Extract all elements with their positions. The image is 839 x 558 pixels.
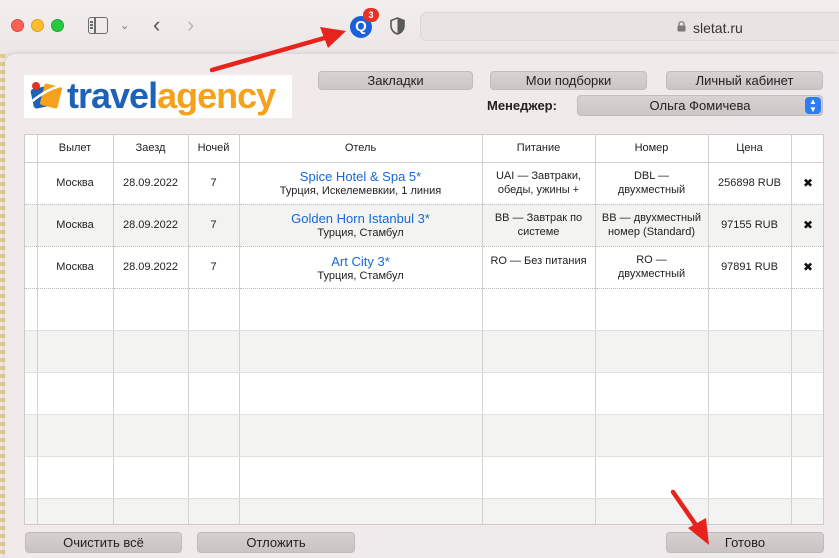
header-price[interactable]: Цена	[708, 135, 792, 163]
header-departure[interactable]: Вылет	[37, 135, 114, 163]
updown-chevron-icon: ▲ ▼	[805, 97, 821, 114]
cell-checkin: 28.09.2022	[113, 162, 189, 205]
browser-toolbar: ⌄ ‹ › Q 3 sletat.ru	[0, 0, 839, 54]
bookmarks-button[interactable]: Закладки	[318, 71, 473, 90]
extension-popup: travelagency Закладки Мои подборки Личны…	[5, 54, 839, 558]
delete-icon[interactable]: ✖	[803, 176, 813, 190]
sidebar-toggle-icon[interactable]	[88, 17, 108, 34]
empty-row	[25, 498, 823, 524]
table-row[interactable]: Москва 28.09.2022 7 Spice Hotel & Spa 5*…	[25, 162, 823, 205]
cell-nights: 7	[188, 246, 240, 289]
cell-room: BB — двухместный номер (Standard)	[595, 204, 709, 247]
header-actions	[791, 135, 823, 163]
url-text: sletat.ru	[693, 20, 743, 36]
lock-icon	[677, 21, 686, 32]
personal-account-button[interactable]: Личный кабинет	[666, 71, 823, 90]
back-arrow-icon[interactable]: ‹	[153, 12, 160, 38]
cell-price: 97155 RUB	[708, 204, 792, 247]
clear-all-button[interactable]: Очистить всё	[25, 532, 182, 553]
chevron-down-icon[interactable]: ⌄	[120, 19, 129, 32]
manager-select[interactable]: Ольга Фомичева ▲ ▼	[577, 95, 823, 116]
cell-meals: RO — Без питания	[482, 246, 596, 289]
delete-icon[interactable]: ✖	[803, 218, 813, 232]
hotel-link[interactable]: Spice Hotel & Spa 5*	[240, 169, 482, 184]
cell-delete: ✖	[791, 246, 823, 289]
cell-delete: ✖	[791, 204, 823, 247]
cell-checkin: 28.09.2022	[113, 246, 189, 289]
cell-meals: BB — Завтрак по системе	[482, 204, 596, 247]
header-spacer	[25, 135, 38, 163]
extension-badge: 3	[363, 8, 379, 22]
forward-arrow-icon[interactable]: ›	[187, 12, 194, 38]
defer-button[interactable]: Отложить	[197, 532, 355, 553]
cell-departure: Москва	[37, 162, 114, 205]
table-header-row: Вылет Заезд Ночей Отель Питание Номер Це…	[25, 135, 823, 163]
minimize-window-button[interactable]	[31, 19, 44, 32]
cell-price: 97891 RUB	[708, 246, 792, 289]
cell-room: RO — двухместный	[595, 246, 709, 289]
hotel-location: Турция, Стамбул	[317, 269, 404, 282]
header-nights[interactable]: Ночей	[188, 135, 240, 163]
cell-hotel: Spice Hotel & Spa 5* Турция, Искелемевки…	[239, 162, 483, 205]
empty-row	[25, 456, 823, 499]
header-checkin[interactable]: Заезд	[113, 135, 189, 163]
address-bar[interactable]: sletat.ru	[420, 12, 839, 41]
hotel-location: Турция, Искелемевкии, 1 линия	[279, 184, 442, 197]
empty-row	[25, 372, 823, 415]
bookmarks-table: Вылет Заезд Ночей Отель Питание Номер Це…	[24, 134, 824, 525]
cell-departure: Москва	[37, 246, 114, 289]
delete-icon[interactable]: ✖	[803, 260, 813, 274]
cell-hotel: Art City 3* Турция, Стамбул	[239, 246, 483, 289]
travelagency-logo: travelagency	[24, 75, 292, 118]
header-meals[interactable]: Питание	[482, 135, 596, 163]
done-button[interactable]: Готово	[666, 532, 824, 553]
cell-departure: Москва	[37, 204, 114, 247]
header-hotel[interactable]: Отель	[239, 135, 483, 163]
logo-mark-icon	[29, 82, 65, 109]
table-row[interactable]: Москва 28.09.2022 7 Art City 3* Турция, …	[25, 246, 823, 289]
zoom-window-button[interactable]	[51, 19, 64, 32]
hotel-link[interactable]: Art City 3*	[240, 254, 482, 269]
logo-wordmark: travelagency	[67, 75, 276, 116]
empty-row	[25, 288, 823, 331]
cell-delete: ✖	[791, 162, 823, 205]
close-window-button[interactable]	[11, 19, 24, 32]
cell-nights: 7	[188, 204, 240, 247]
empty-row	[25, 330, 823, 373]
cell-price: 256898 RUB	[708, 162, 792, 205]
hotel-location: Турция, Стамбул	[317, 226, 404, 239]
table-row[interactable]: Москва 28.09.2022 7 Golden Horn Istanbul…	[25, 204, 823, 247]
manager-label: Менеджер:	[487, 98, 557, 113]
manager-selected-value: Ольга Фомичева	[649, 98, 751, 113]
cell-checkin: 28.09.2022	[113, 204, 189, 247]
hotel-link[interactable]: Golden Horn Istanbul 3*	[240, 211, 482, 226]
cell-meals: UAI — Завтраки, обеды, ужины +	[482, 162, 596, 205]
my-picks-button[interactable]: Мои подборки	[490, 71, 647, 90]
cell-hotel: Golden Horn Istanbul 3* Турция, Стамбул	[239, 204, 483, 247]
empty-row	[25, 414, 823, 457]
cell-room: DBL — двухместный	[595, 162, 709, 205]
header-room[interactable]: Номер	[595, 135, 709, 163]
privacy-shield-icon[interactable]	[390, 17, 405, 35]
cell-nights: 7	[188, 162, 240, 205]
